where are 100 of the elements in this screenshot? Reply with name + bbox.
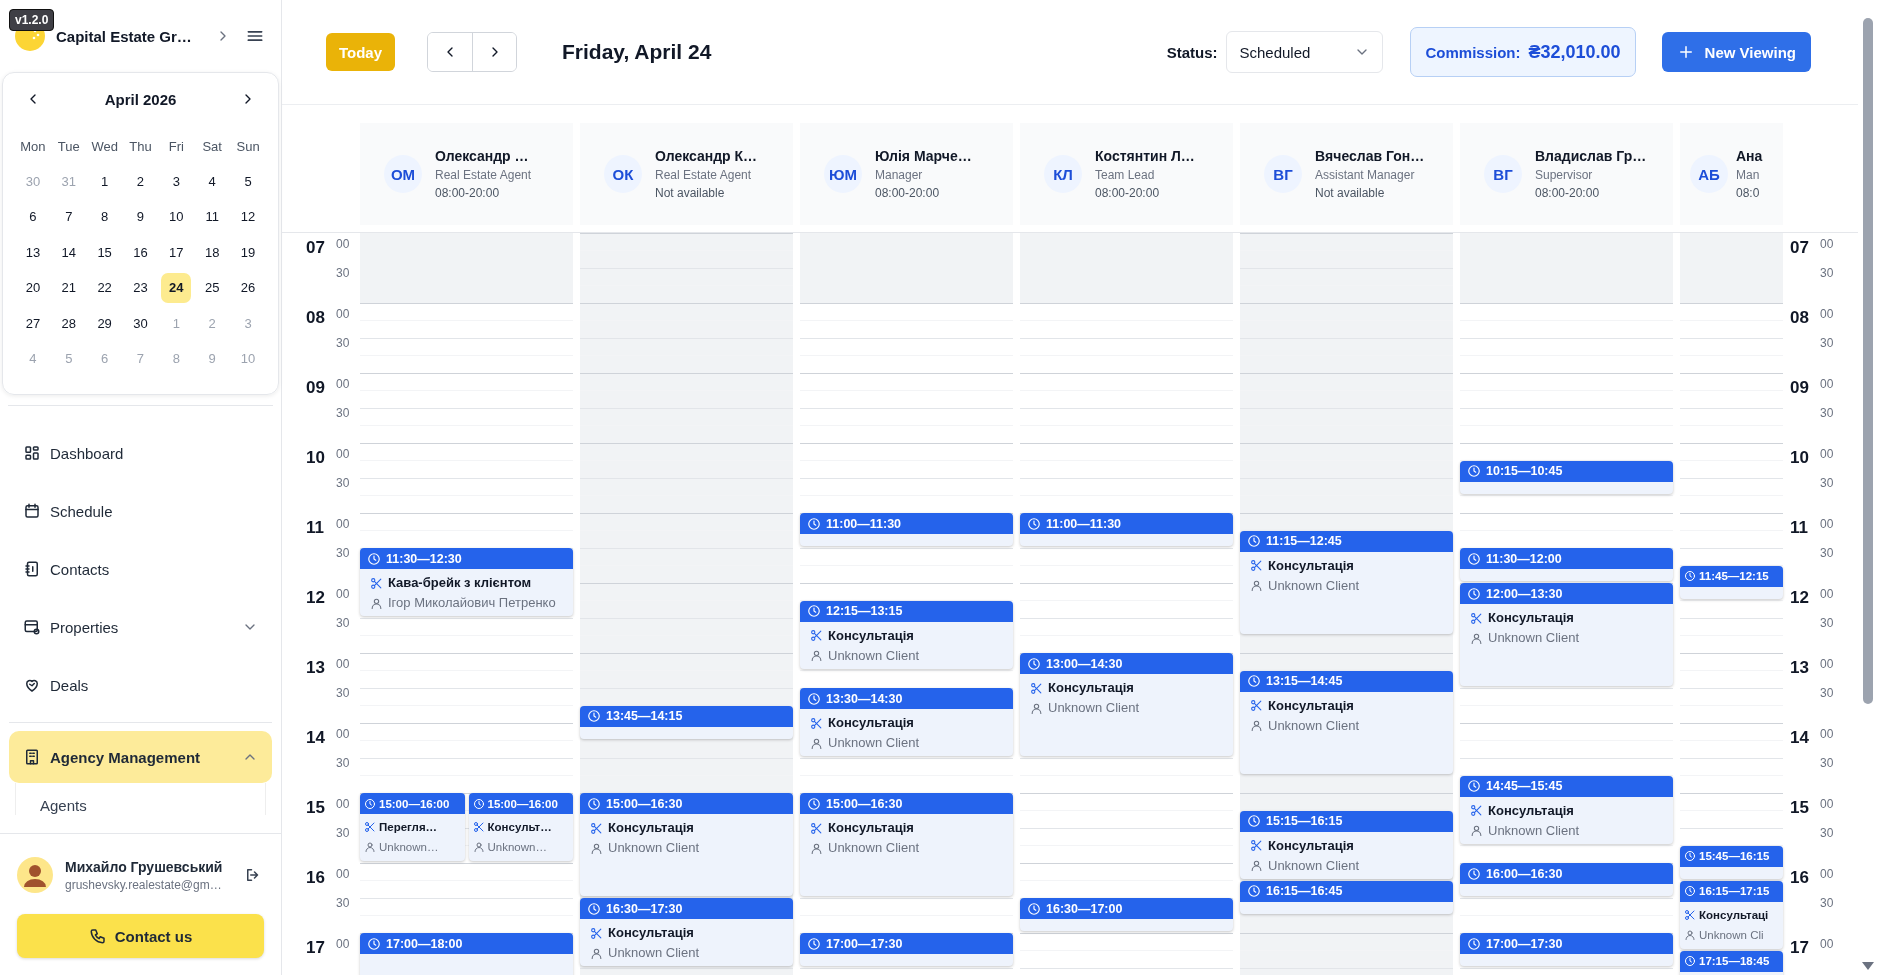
event-card[interactable]: 11:00—11:30 (800, 513, 1013, 546)
event-card[interactable]: 11:30—12:30 Кава-брейк з клієнтом Ігор Миколайович Петренко (360, 548, 573, 616)
calendar-day[interactable]: 19 (233, 237, 264, 268)
calendar-day[interactable]: 14 (53, 237, 84, 268)
scissors-icon (810, 629, 823, 642)
event-card[interactable]: 17:00—17:30 (800, 933, 1013, 966)
calendar-day[interactable]: 26 (233, 273, 264, 303)
calendar-day[interactable]: 5 (233, 166, 264, 197)
event-card[interactable]: 12:15—13:15 Консультація Unknown Client (800, 600, 1013, 669)
hour-label: 17 (1790, 937, 1810, 959)
minute-label: 30 (336, 895, 350, 912)
event-card[interactable]: 16:15—17:15 Консультаці Unknown Cli (1680, 880, 1783, 949)
event-card[interactable]: 15:00—16:30 Консультація Unknown Client (580, 793, 793, 896)
client-name: Unknown Client (608, 839, 700, 857)
calendar-day[interactable]: 29 (89, 308, 120, 339)
event-card[interactable]: 15:45—16:15 (1680, 845, 1783, 879)
commission-value: ₴32,010.00 (1528, 41, 1621, 63)
new-viewing-button[interactable]: New Viewing (1661, 32, 1811, 72)
event-card[interactable]: 13:00—14:30 Консультація Unknown Client (1020, 653, 1233, 756)
calendar-day[interactable]: 27 (17, 308, 48, 339)
calendar-day[interactable]: 8 (89, 202, 120, 232)
calendar-day[interactable]: 13 (17, 237, 48, 268)
nav-subitem[interactable]: Agents (40, 797, 87, 814)
minute-label: 30 (336, 755, 350, 772)
event-card[interactable]: 13:45—14:15 (580, 705, 793, 739)
event-time: 16:15—17:15 (1699, 885, 1770, 897)
minute-label: 30 (336, 475, 350, 492)
calendar-day[interactable]: 24 (161, 273, 192, 303)
calendar-day[interactable]: 3 (161, 166, 192, 197)
calendar-day[interactable]: 10 (161, 202, 192, 232)
client-name: Unknown Client (1488, 821, 1580, 840)
event-card[interactable]: 17:00—18:00 (360, 933, 573, 975)
event-card[interactable]: 11:30—12:00 (1460, 548, 1673, 581)
nav-item[interactable]: Schedule (9, 482, 272, 540)
event-card[interactable]: 15:00—16:30 Консультація Unknown Client (800, 793, 1013, 896)
calendar-day[interactable]: 20 (17, 273, 48, 303)
event-time: 17:15—18:45 (1699, 955, 1770, 967)
hour-label: 08 (1790, 307, 1810, 329)
calendar-day[interactable]: 2 (125, 166, 156, 197)
event-card[interactable]: 10:15—10:45 (1460, 460, 1673, 494)
event-time: 17:00—17:30 (826, 936, 903, 951)
calendar-day[interactable]: 15 (89, 237, 120, 268)
calendar-day[interactable]: 1 (89, 166, 120, 197)
contact-button[interactable]: Contact us (17, 914, 264, 958)
event-card[interactable]: 15:00—16:00 Перегля… Unknown… (360, 793, 465, 861)
event-card[interactable]: 14:45—15:45 Консультація Unknown Client (1460, 775, 1673, 844)
hour-label: 17 (306, 937, 326, 959)
calendar-day[interactable]: 6 (17, 202, 48, 232)
event-card[interactable]: 12:00—13:30 Консультація Unknown Client (1460, 583, 1673, 686)
event-card[interactable]: 16:00—16:30 (1460, 863, 1673, 896)
event-title: Кава-брейк з клієнтом (388, 574, 532, 592)
clock-icon (1684, 570, 1696, 582)
calendar-day[interactable]: 9 (125, 202, 156, 232)
clock-icon (1247, 884, 1261, 898)
event-card[interactable]: 11:00—11:30 (1020, 513, 1233, 546)
event-card[interactable]: 17:00—17:30 (1460, 933, 1673, 966)
calendar-day[interactable]: 22 (89, 273, 120, 303)
scroll-down-icon[interactable] (1861, 961, 1875, 971)
event-card[interactable]: 16:30—17:00 (1020, 898, 1233, 931)
calendar-day[interactable]: 18 (197, 237, 228, 268)
clock-icon (1467, 464, 1481, 478)
event-time: 15:00—16:30 (606, 796, 683, 811)
weekday-label: Tue (56, 138, 81, 156)
status-dropdown[interactable]: Scheduled (1226, 31, 1384, 73)
calendar-day[interactable]: 30 (125, 308, 156, 339)
event-card[interactable]: 15:15—16:15 Консультація Unknown Client (1240, 810, 1453, 879)
calendar-day[interactable]: 12 (233, 202, 264, 232)
calendar-day[interactable]: 11 (197, 202, 228, 232)
calendar-day[interactable]: 17 (161, 237, 192, 268)
event-card[interactable]: 15:00—16:00 Консульт… Unknown… (468, 793, 573, 861)
clock-icon (367, 936, 381, 951)
calendar-day[interactable]: 16 (125, 237, 156, 268)
event-card[interactable]: 13:15—14:45 Консультація Unknown Client (1240, 670, 1453, 774)
client-name: Unknown Cli (1699, 927, 1764, 943)
nav-item[interactable]: Dashboard (9, 424, 272, 482)
calendar-day[interactable]: 21 (53, 273, 84, 303)
minute-label: 00 (336, 586, 350, 603)
agent-avatar: КЛ (1044, 155, 1082, 193)
nav-item[interactable]: Deals (9, 656, 272, 714)
event-card[interactable]: 13:30—14:30 Консультація Unknown Client (800, 688, 1013, 756)
version-badge: v1.2.0 (9, 9, 55, 31)
event-card[interactable]: 16:30—17:30 Консультація Unknown Client (580, 898, 793, 966)
event-card[interactable]: 11:15—12:45 Консультація Unknown Client (1240, 530, 1453, 634)
nav-item[interactable]: Contacts (9, 540, 272, 598)
clock-icon (1467, 779, 1481, 793)
phone-icon (88, 927, 107, 945)
event-card[interactable]: 17:15—18:45 (1680, 950, 1783, 975)
calendar-day[interactable]: 7 (53, 202, 84, 232)
calendar-day[interactable]: 25 (197, 273, 228, 303)
minute-label: 00 (336, 726, 350, 743)
event-card[interactable]: 11:45—12:15 (1680, 565, 1783, 599)
minute-label: 30 (1820, 755, 1834, 772)
event-card[interactable]: 16:15—16:45 (1240, 880, 1453, 914)
calendar-day[interactable]: 4 (197, 166, 228, 197)
nav-item[interactable]: Properties (9, 598, 272, 656)
nav-item[interactable]: Agency Management (9, 731, 272, 783)
client-name: Unknown Client (608, 944, 700, 962)
calendar-day[interactable]: 28 (53, 308, 84, 339)
calendar-day[interactable]: 23 (125, 273, 156, 303)
agent-hours: Not available (655, 186, 726, 200)
